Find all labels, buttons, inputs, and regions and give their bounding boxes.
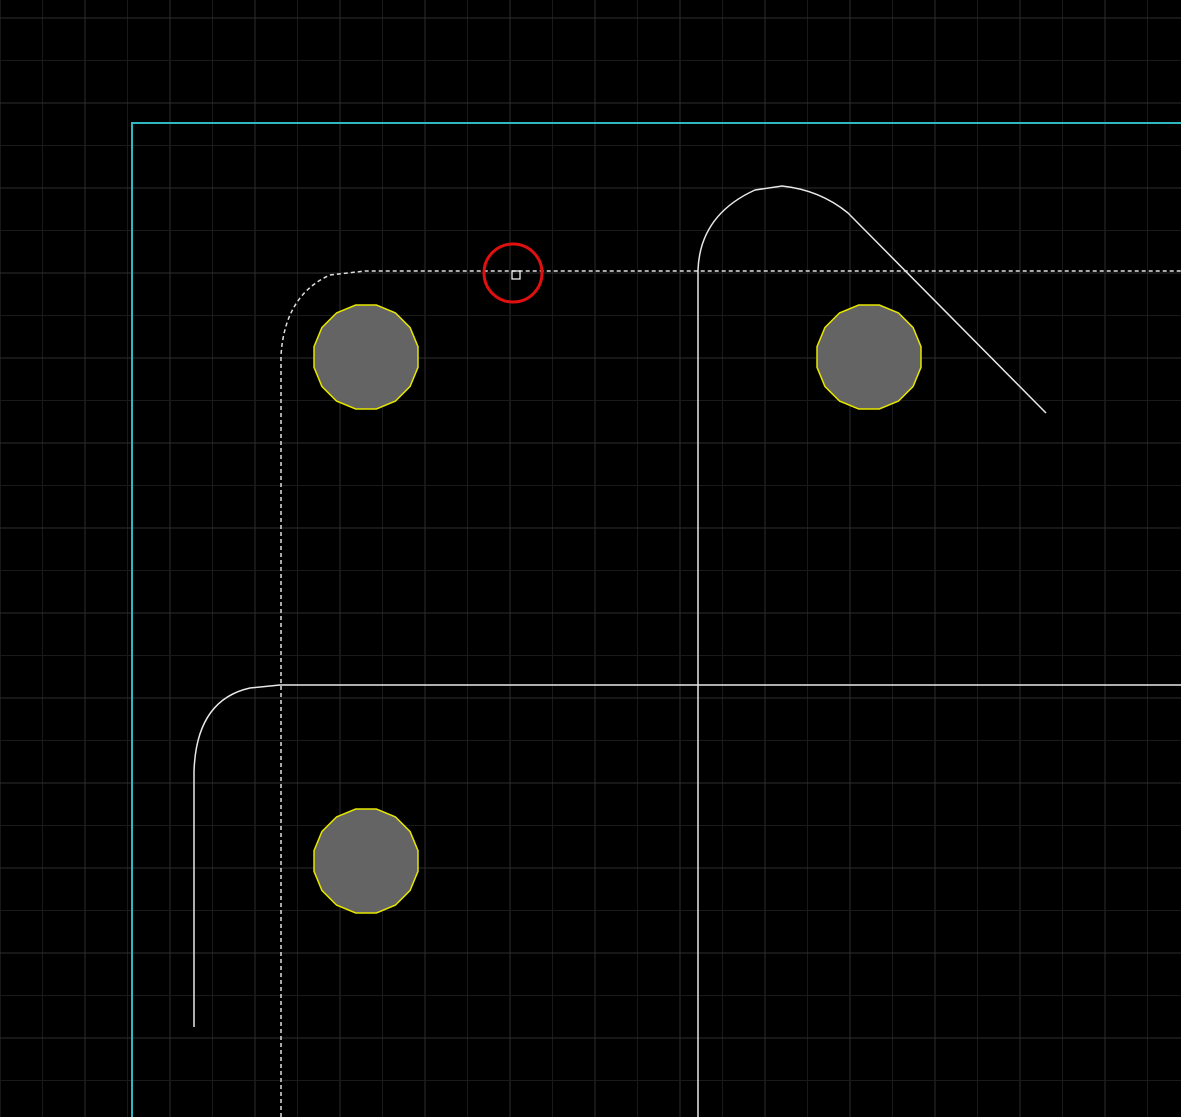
cad-canvas[interactable] bbox=[0, 0, 1181, 1117]
pad-2[interactable] bbox=[816, 304, 922, 410]
canvas-background bbox=[0, 0, 1181, 1117]
pad-1[interactable] bbox=[313, 304, 419, 410]
pad-3[interactable] bbox=[313, 808, 419, 914]
